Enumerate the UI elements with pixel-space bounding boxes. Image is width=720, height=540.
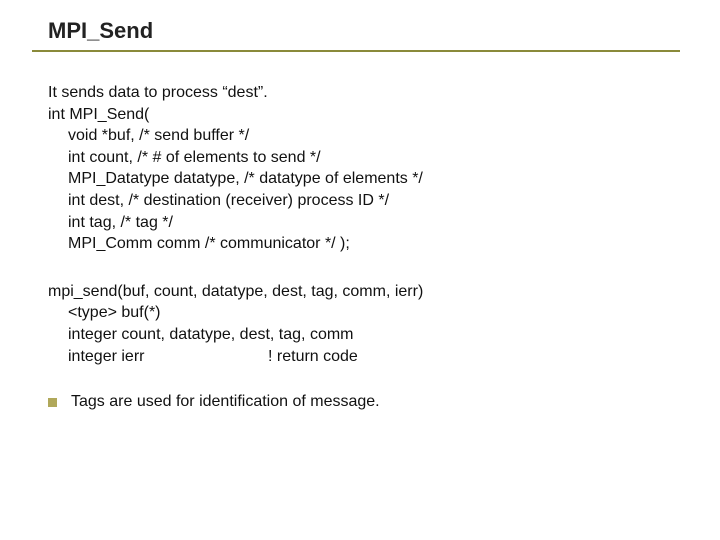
c-param-4: int dest, /* destination (receiver) proc… (48, 190, 680, 212)
bullet-text: Tags are used for identification of mess… (71, 393, 380, 411)
fortran-signature-block: mpi_send(buf, count, datatype, dest, tag… (48, 281, 680, 367)
intro-line: It sends data to process “dest”. (48, 82, 680, 104)
f-ierr: integer ierr (68, 346, 268, 368)
c-param-5: int tag, /* tag */ (48, 212, 680, 234)
f-line-3: integer ierr! return code (48, 346, 680, 368)
c-param-3: MPI_Datatype datatype, /* datatype of el… (48, 168, 680, 190)
f-line-1: <type> buf(*) (48, 302, 680, 324)
c-sig: int MPI_Send( (48, 104, 680, 126)
slide-title: MPI_Send (48, 18, 153, 43)
c-param-2: int count, /* # of elements to send */ (48, 147, 680, 169)
c-signature-block: It sends data to process “dest”. int MPI… (48, 82, 680, 255)
c-param-1: void *buf, /* send buffer */ (48, 125, 680, 147)
f-return-comment: ! return code (268, 348, 358, 365)
f-line-2: integer count, datatype, dest, tag, comm (48, 324, 680, 346)
title-bar: MPI_Send (32, 18, 680, 52)
c-param-6: MPI_Comm comm /* communicator */ ); (48, 233, 680, 255)
bullet-item: Tags are used for identification of mess… (48, 393, 680, 411)
f-sig: mpi_send(buf, count, datatype, dest, tag… (48, 281, 680, 303)
bullet-square-icon (48, 398, 57, 407)
